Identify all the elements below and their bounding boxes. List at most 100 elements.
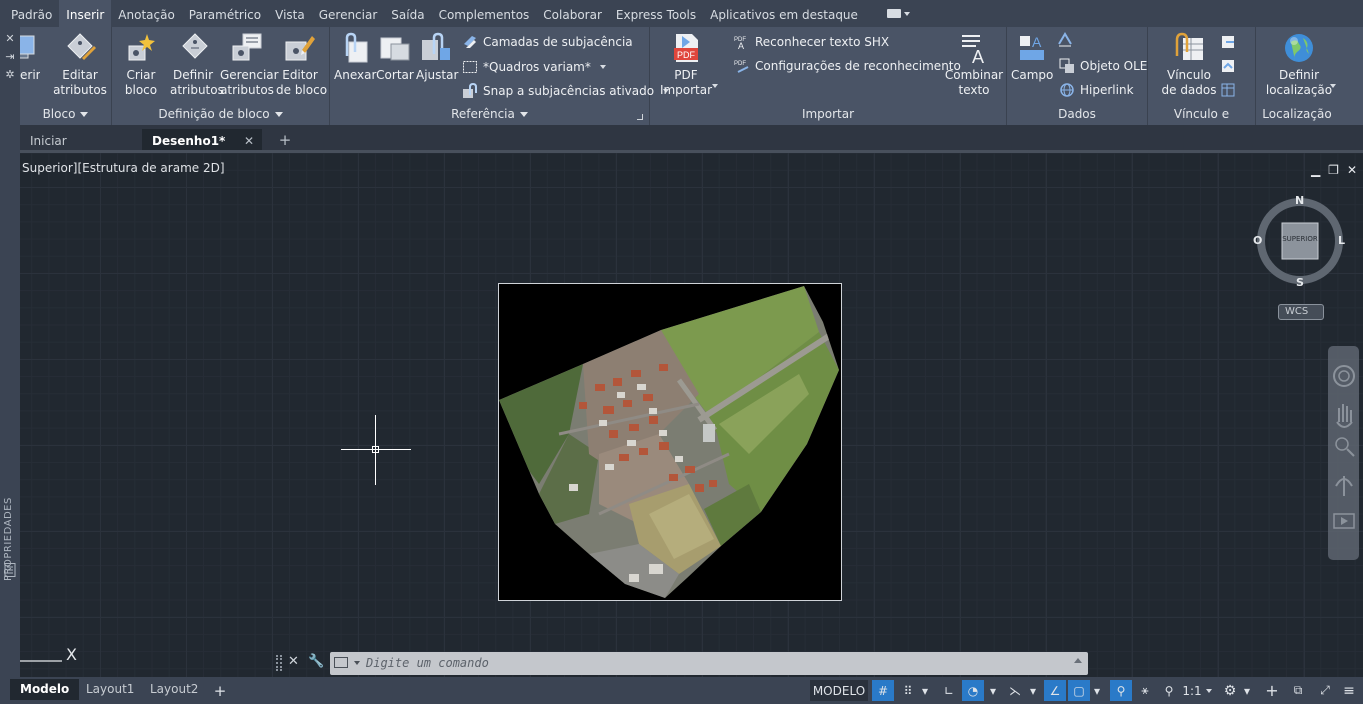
hyperlink-button[interactable]: Hiperlink — [1059, 80, 1134, 100]
pdf-import-button[interactable]: PDF PDF Importar — [656, 32, 718, 98]
annotation-scale-dropdown[interactable]: 1:1 — [1182, 680, 1212, 701]
wcs-menu[interactable]: WCS — [1278, 304, 1324, 320]
isolate-objects-icon[interactable]: ⧉ — [1288, 680, 1308, 701]
chevron-down-icon[interactable]: ▾ — [1240, 680, 1254, 701]
compass-west[interactable]: O — [1253, 234, 1262, 247]
define-attributes-button[interactable]: Definir atributos — [170, 32, 224, 98]
insert-block-button[interactable]: erir — [20, 32, 40, 83]
grid-icon[interactable]: # — [872, 680, 894, 701]
underlay-layers-button[interactable]: Camadas de subjacência — [462, 32, 633, 52]
adjust-button[interactable]: Ajustar — [416, 32, 459, 83]
document-tab-bar: Iniciar Desenho1* ✕ + — [20, 125, 1363, 153]
tab-saida[interactable]: Saída — [384, 0, 431, 27]
isometric-icon[interactable]: ⋋ — [1004, 680, 1026, 701]
recognition-settings-button[interactable]: PDF Configurações de reconhecimento — [734, 56, 961, 76]
adjust-label: Ajustar — [416, 68, 459, 82]
clip-button[interactable]: Cortar — [376, 32, 414, 83]
snap-mode-icon[interactable]: ⠿ — [898, 680, 918, 701]
tab-inserir[interactable]: Inserir — [59, 0, 112, 27]
auto-scale-icon[interactable]: ⚹ — [1134, 680, 1156, 701]
block-editor-button[interactable]: Editor de bloco — [276, 32, 327, 98]
annotation-visibility-icon[interactable]: ⚲ — [1110, 680, 1132, 701]
drag-handle-icon[interactable] — [276, 655, 282, 671]
ortho-icon[interactable]: ∟ — [938, 680, 960, 701]
attach-button[interactable]: Anexar — [334, 32, 377, 83]
compass-north[interactable]: N — [1295, 194, 1304, 207]
update-fields-button[interactable] — [1057, 30, 1073, 50]
model-space-button[interactable]: MODELO — [810, 680, 868, 701]
close-icon[interactable]: ✕ — [1347, 163, 1357, 177]
gear-icon[interactable]: ⚙ — [1220, 680, 1240, 701]
drawing-canvas[interactable]: Superior][Estrutura de arame 2D] ▁ ❐ ✕ N… — [20, 153, 1363, 677]
plus-icon[interactable]: + — [1262, 680, 1282, 701]
properties-icon[interactable] — [4, 563, 16, 577]
chevron-down-icon[interactable] — [354, 661, 360, 665]
aerial-image[interactable] — [498, 283, 842, 601]
compass-east[interactable]: L — [1338, 234, 1345, 247]
tab-vista[interactable]: Vista — [268, 0, 312, 27]
tab-anotacao[interactable]: Anotação — [111, 0, 182, 27]
aerial-orthophoto — [499, 286, 839, 598]
wrench-icon[interactable]: 🔧 — [308, 654, 324, 669]
annotation-scale-icon[interactable]: ⚲ — [1158, 680, 1180, 701]
new-layout-icon[interactable]: + — [212, 680, 228, 701]
compass-south[interactable]: S — [1296, 276, 1304, 289]
recognize-shx-button[interactable]: PDF A Reconhecer texto SHX — [734, 32, 889, 52]
object-snap-tracking-icon[interactable]: ∠ — [1044, 680, 1066, 701]
combine-text-button[interactable]: A Combinar texto — [944, 32, 1004, 98]
command-input[interactable]: Digite um comando — [330, 652, 1088, 675]
chevron-down-icon[interactable]: ▾ — [1090, 680, 1104, 701]
model-space-label: MODELO — [812, 683, 866, 698]
settings-icon[interactable]: ✲ — [4, 69, 16, 81]
extract-data-button[interactable] — [1220, 32, 1236, 52]
chevron-down-icon[interactable]: ▾ — [986, 680, 1000, 701]
set-location-button[interactable]: Definir localização — [1264, 32, 1336, 98]
tab-padrao[interactable]: Padrão — [4, 0, 59, 27]
attach-label: Anexar — [334, 68, 377, 82]
close-icon[interactable]: ✕ — [4, 33, 16, 45]
panel-importar: PDF PDF Importar PDF A Reconhecer texto S… — [650, 27, 1007, 125]
tab-layout1[interactable]: Layout1 — [76, 679, 144, 700]
data-link-button[interactable]: Vínculo de dados — [1158, 32, 1220, 98]
ole-object-button[interactable]: Objeto OLE — [1059, 56, 1147, 76]
dialog-launcher-icon[interactable] — [637, 114, 643, 120]
tab-complementos[interactable]: Complementos — [432, 0, 537, 27]
command-prompt-icon[interactable] — [334, 657, 348, 668]
manage-attributes-button[interactable]: Gerenciar atributos — [220, 32, 279, 98]
new-tab-icon[interactable]: + — [278, 133, 292, 148]
snap-icon — [462, 82, 478, 99]
chevron-down-icon[interactable]: ▾ — [1026, 680, 1040, 701]
restore-icon[interactable]: ❐ — [1328, 163, 1339, 177]
download-links-button[interactable] — [1220, 80, 1236, 100]
object-snap-icon[interactable]: ▢ — [1068, 680, 1090, 701]
tab-aplicativos-destaque[interactable]: Aplicativos em destaque — [703, 0, 865, 27]
chevron-down-icon[interactable]: ▾ — [918, 680, 932, 701]
update-links-button[interactable] — [1220, 56, 1236, 76]
tab-parametrico[interactable]: Paramétrico — [182, 0, 268, 27]
frames-vary-dropdown[interactable]: *Quadros variam* — [462, 57, 606, 77]
panel-title-referencia[interactable]: Referência — [330, 105, 649, 123]
tab-gerenciar[interactable]: Gerenciar — [312, 0, 385, 27]
close-icon[interactable]: ✕ — [288, 654, 299, 669]
auto-hide-icon[interactable]: ⇥ — [4, 51, 16, 63]
polar-tracking-icon[interactable]: ◔ — [962, 680, 984, 701]
tab-layout2[interactable]: Layout2 — [140, 679, 208, 700]
minimize-icon[interactable]: ▁ — [1311, 163, 1320, 177]
panel-title-definicao[interactable]: Definição de bloco — [112, 105, 329, 123]
snap-underlay-dropdown[interactable]: Snap a subjacências ativado — [462, 81, 670, 101]
hyperlink-label: Hiperlink — [1080, 83, 1134, 97]
ribbon-minimize-button[interactable] — [886, 7, 913, 21]
tab-colaborar[interactable]: Colaborar — [536, 0, 609, 27]
tab-express-tools[interactable]: Express Tools — [609, 0, 703, 27]
fullscreen-icon[interactable]: ⤢ — [1314, 680, 1336, 701]
viewcube[interactable]: N S L O SUPERIOR — [1253, 194, 1345, 289]
viewcube-face-superior[interactable]: SUPERIOR — [1282, 235, 1318, 243]
edit-attributes-button[interactable]: Editar atributos — [50, 32, 110, 98]
panel-title-bloco[interactable]: Bloco — [20, 105, 111, 123]
chevron-up-icon[interactable] — [1074, 658, 1082, 663]
field-button[interactable]: A Campo — [1011, 32, 1053, 83]
create-block-button[interactable]: Criar bloco — [120, 32, 162, 98]
hamburger-menu-icon[interactable]: ≡ — [1338, 680, 1360, 701]
tab-modelo[interactable]: Modelo — [10, 679, 80, 700]
viewport-controls-label[interactable]: Superior][Estrutura de arame 2D] — [22, 161, 225, 175]
